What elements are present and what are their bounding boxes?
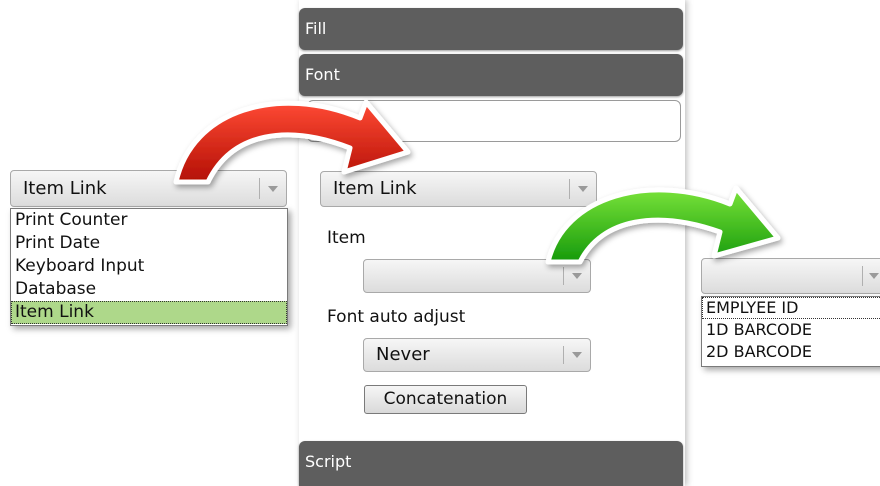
list-item[interactable]: 1D BARCODE xyxy=(702,319,880,341)
chevron-down-icon xyxy=(572,273,582,279)
chevron-down-icon xyxy=(268,185,278,192)
item-options-list: EMPLYEE ID 1D BARCODE 2D BARCODE xyxy=(701,296,880,367)
list-item[interactable]: Database xyxy=(11,278,287,301)
chevron-down-icon xyxy=(869,273,879,279)
list-item[interactable]: EMPLYEE ID xyxy=(702,297,880,319)
chevron-down-icon xyxy=(572,352,582,358)
item-dropdown[interactable] xyxy=(363,259,591,293)
right-item-dropdown[interactable] xyxy=(701,258,880,294)
list-item[interactable]: Keyboard Input xyxy=(11,255,287,278)
source-options-list: Print Counter Print Date Keyboard Input … xyxy=(10,208,288,326)
list-item[interactable]: Print Date xyxy=(11,232,287,255)
section-font-header[interactable]: Font xyxy=(299,54,683,96)
dropdown-separator xyxy=(259,178,260,199)
left-source-dropdown[interactable]: Item Link xyxy=(10,170,287,207)
source-type-dropdown[interactable]: Item Link xyxy=(320,171,597,207)
section-fill-header[interactable]: Fill xyxy=(299,8,683,50)
left-source-value: Item Link xyxy=(23,178,107,199)
source-type-value: Item Link xyxy=(333,178,417,199)
dropdown-separator xyxy=(569,179,570,199)
font-auto-adjust-value: Never xyxy=(376,344,430,365)
dropdown-separator xyxy=(862,266,863,286)
font-auto-adjust-label: Font auto adjust xyxy=(327,307,466,327)
chevron-down-icon xyxy=(578,186,588,192)
list-item-selected[interactable]: Item Link xyxy=(11,301,287,324)
dropdown-separator xyxy=(563,267,564,285)
concatenation-button[interactable]: Concatenation xyxy=(364,385,527,414)
dropdown-separator xyxy=(563,346,564,364)
list-item[interactable]: Print Counter xyxy=(11,209,287,232)
section-script-header[interactable]: Script xyxy=(299,441,683,486)
list-item[interactable]: 2D BARCODE xyxy=(702,341,880,363)
item-label: Item xyxy=(327,228,366,248)
font-text-field[interactable] xyxy=(307,100,681,142)
font-auto-adjust-dropdown[interactable]: Never xyxy=(363,338,591,372)
